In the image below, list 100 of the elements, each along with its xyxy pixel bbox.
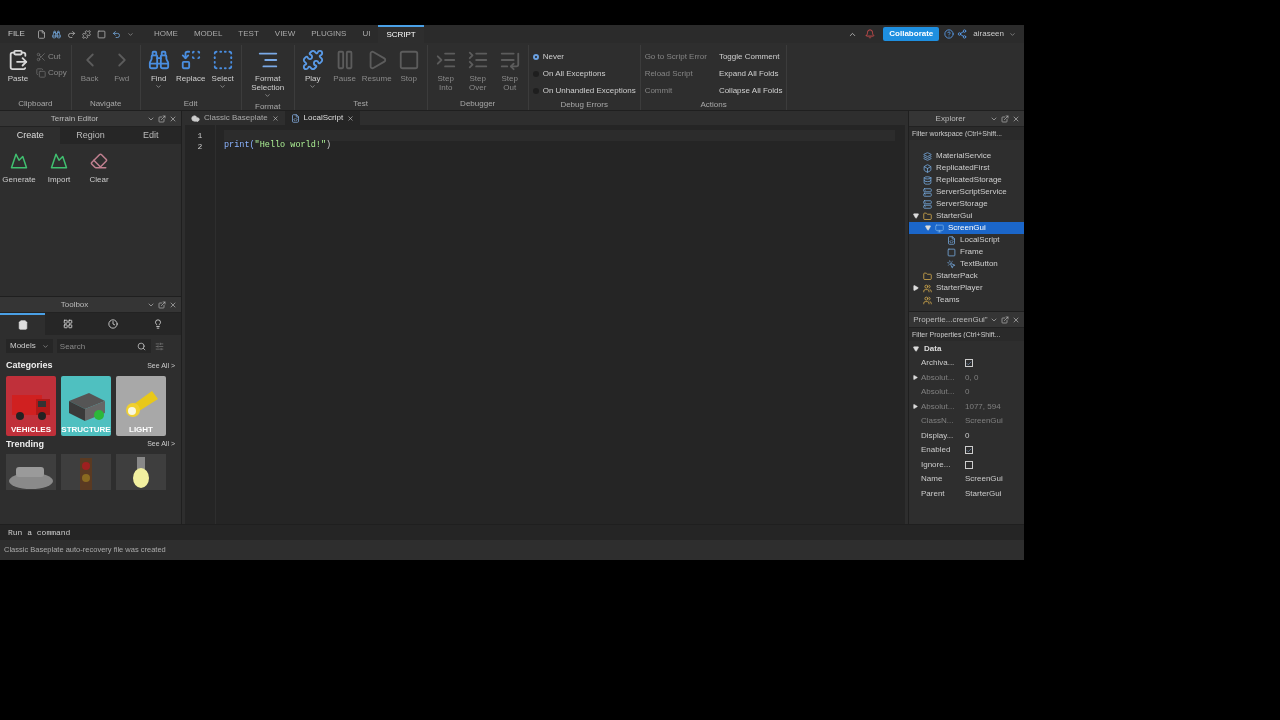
ribbon-button[interactable]: Replace (176, 49, 205, 83)
checkbox[interactable] (965, 460, 973, 469)
ribbon-button[interactable]: Play (298, 49, 327, 90)
action-button[interactable]: Toggle Comment (718, 51, 783, 63)
property-name: ClassN... (920, 415, 955, 428)
close-icon[interactable] (169, 114, 177, 123)
close-icon[interactable] (169, 300, 177, 309)
ribbon-tab[interactable]: PLUGINS (303, 25, 355, 43)
ribbon-button[interactable]: Select (208, 49, 237, 90)
close-icon[interactable] (1012, 114, 1020, 123)
tree-node-icon (923, 163, 932, 173)
plugin-icon[interactable] (81, 29, 91, 39)
expanded-arrow-icon[interactable] (913, 213, 919, 219)
action-button[interactable]: Expand All Folds (718, 68, 783, 80)
check-icon (966, 446, 972, 454)
undock-icon[interactable] (158, 114, 166, 123)
tree-node-icon (923, 271, 932, 281)
tree-node-icon (935, 223, 944, 233)
tree-item[interactable]: StarterPlayer (909, 282, 1024, 294)
tree-item[interactable]: LocalScript (909, 234, 1024, 246)
tree-label: LocalScript (960, 234, 1000, 246)
caret-icon[interactable] (126, 30, 134, 38)
models-dropdown[interactable]: Models (6, 339, 53, 353)
collapsed-arrow-icon[interactable] (913, 285, 919, 291)
terrain-tool[interactable]: Clear (82, 152, 116, 186)
grid-icon (62, 319, 73, 329)
tree-item[interactable]: ReplicatedFirst (909, 162, 1024, 174)
close-icon[interactable] (271, 114, 279, 122)
tree-item[interactable]: ReplicatedStorage (909, 174, 1024, 186)
tree-label: StarterPack (936, 270, 978, 282)
checkbox[interactable] (965, 359, 973, 368)
filter-icon[interactable] (154, 341, 164, 351)
bell-icon[interactable] (865, 29, 876, 39)
group-label: Format (254, 101, 282, 113)
ribbon-button[interactable]: Find (144, 49, 173, 90)
category-tile[interactable]: VEHICLES (6, 375, 56, 436)
radio-option[interactable]: Never (532, 51, 636, 63)
terrain-icon (10, 152, 28, 170)
property-name: Name (920, 473, 944, 486)
line-number: 1 (197, 130, 203, 141)
property-name: Display... (920, 429, 955, 442)
eraser-icon (90, 152, 108, 170)
close-icon[interactable] (347, 114, 355, 122)
step-over-icon (466, 49, 489, 71)
undo-icon[interactable] (111, 29, 121, 39)
undock-icon[interactable] (1001, 315, 1009, 324)
tree-item[interactable]: StarterPack (909, 270, 1024, 282)
ribbon-tab[interactable]: HOME (145, 25, 186, 43)
editor-tab[interactable]: LocalScript (284, 111, 361, 125)
tree-item[interactable]: Teams (909, 294, 1024, 306)
checkbox[interactable] (965, 446, 973, 455)
check-icon (966, 359, 972, 367)
ribbon-tab[interactable]: MODEL (185, 25, 231, 43)
editor-tab[interactable]: Classic Baseplate (185, 111, 285, 125)
undock-icon[interactable] (1001, 114, 1009, 123)
help-icon[interactable] (944, 29, 955, 39)
property-name: Parent (920, 487, 946, 500)
property-category[interactable]: Data (909, 341, 1024, 356)
selection-icon (211, 49, 234, 71)
property-name: Enabled (920, 444, 952, 457)
user-menu[interactable]: airaseen (973, 28, 1016, 40)
tree-item[interactable]: TextButton (909, 258, 1024, 270)
new-file-icon[interactable] (36, 29, 46, 39)
radio-option[interactable]: On All Exceptions (532, 68, 636, 80)
tree-item[interactable]: MaterialService (909, 150, 1024, 162)
ribbon-tab[interactable]: TEST (230, 25, 267, 43)
action-button[interactable]: Collapse All Folds (718, 85, 783, 97)
code-line: print("Hello world!") (224, 140, 332, 150)
tree-item[interactable]: Frame (909, 246, 1024, 258)
binoculars-icon[interactable] (51, 29, 61, 39)
line-number: 2 (197, 141, 203, 152)
ribbon-tab[interactable]: VIEW (266, 25, 304, 43)
ribbon-button[interactable]: Paste (4, 49, 32, 83)
file-menu[interactable]: FILE (8, 28, 25, 40)
tree-label: StarterGui (936, 210, 973, 222)
terrain-tool[interactable]: Generate (2, 152, 36, 186)
close-icon[interactable] (1012, 315, 1020, 324)
terrain-tab[interactable]: Edit (120, 127, 181, 144)
tree-node-icon (947, 235, 956, 245)
stop-icon[interactable] (96, 29, 106, 39)
redo-icon[interactable] (66, 29, 76, 39)
terrain-tab[interactable]: Region (60, 127, 121, 144)
group-label: Debug Errors (559, 99, 609, 111)
tree-label: ScreenGui (948, 222, 986, 234)
ribbon-tab[interactable]: UI (354, 25, 379, 43)
ribbon-button[interactable]: Format Selection (245, 49, 290, 99)
caret-icon (155, 83, 163, 90)
tree-item[interactable]: ServerScriptService (909, 186, 1024, 198)
command-bar[interactable]: Run a command (0, 524, 1024, 540)
tree-label: Teams (936, 294, 960, 306)
radio-option[interactable]: On Unhandled Exceptions (532, 85, 636, 97)
toolbox-tab[interactable] (45, 313, 91, 335)
share-icon[interactable] (957, 29, 968, 39)
tree-item[interactable]: StarterGui (909, 210, 1024, 222)
tree-item[interactable]: ScreenGui (909, 222, 1024, 234)
search-icon[interactable] (136, 341, 146, 351)
terrain-tool[interactable]: Import (42, 152, 76, 186)
binoculars-icon (147, 49, 170, 71)
tree-item[interactable]: ServerStorage (909, 198, 1024, 210)
undock-icon[interactable] (158, 300, 166, 309)
